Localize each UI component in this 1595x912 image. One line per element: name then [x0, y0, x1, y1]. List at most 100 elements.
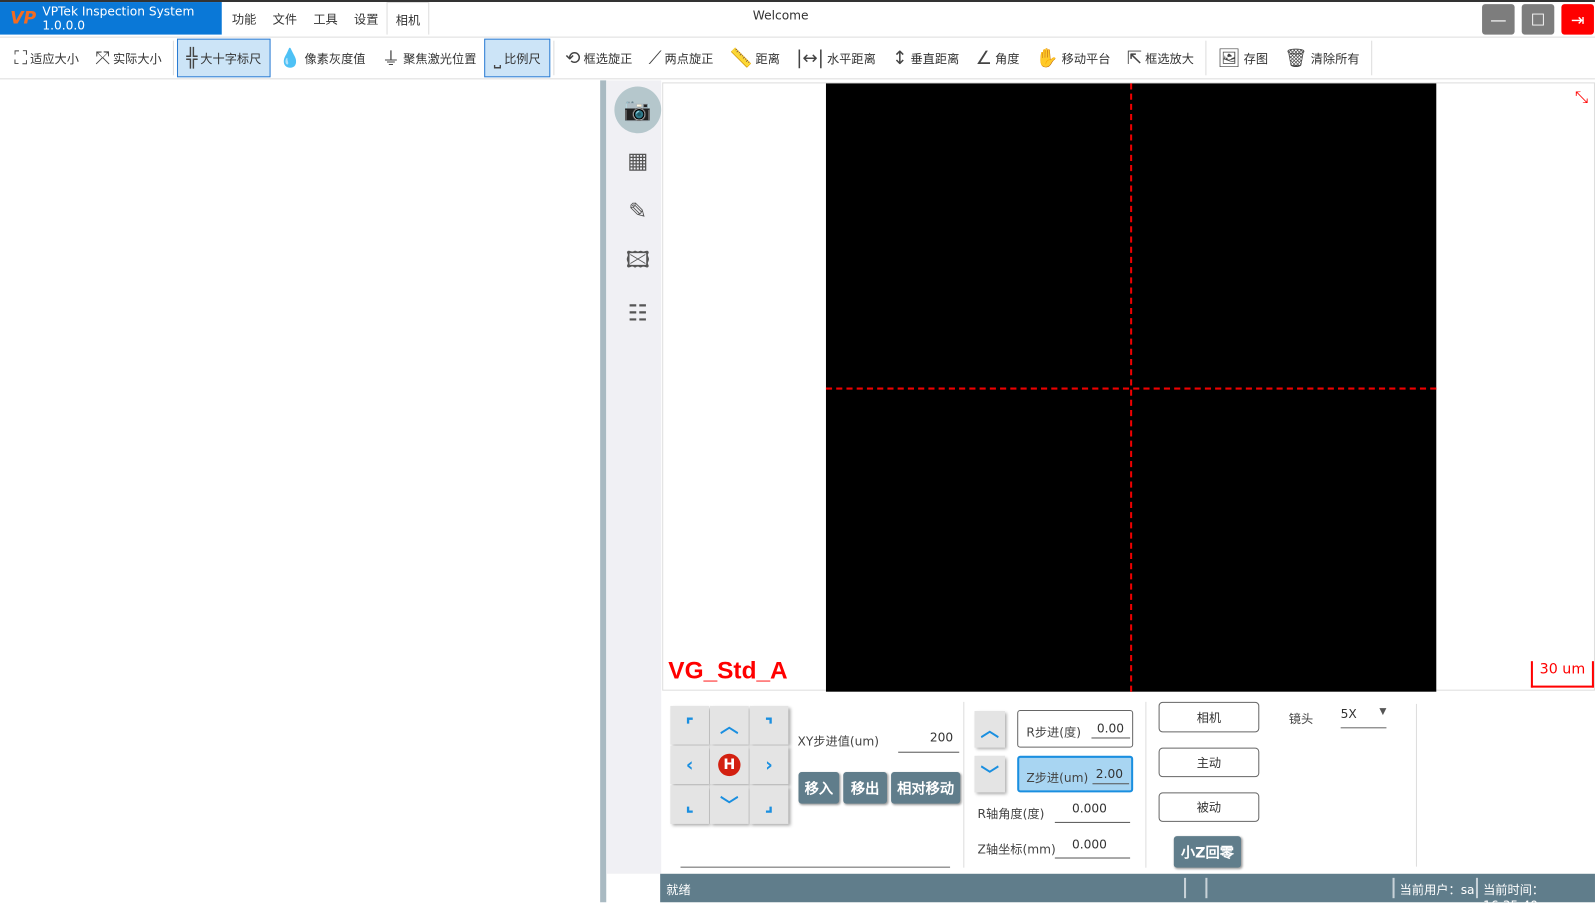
lens-label: 镜头	[1288, 712, 1314, 727]
move-down-right-button[interactable]: ⌟	[749, 785, 789, 824]
exit-button[interactable]: ⇥	[1561, 4, 1594, 35]
trash-icon: 🗑	[1284, 47, 1308, 69]
lens-select[interactable]: 5X ▼	[1340, 706, 1387, 729]
move-up-right-button[interactable]: ⌝	[749, 705, 789, 745]
r-step-input[interactable]: 0.00	[1091, 721, 1131, 739]
z-step-label: Z步进(um)	[1026, 771, 1089, 786]
ruler-pencil-icon[interactable]: ✎	[614, 188, 661, 235]
label: 实际大小	[112, 51, 162, 66]
r-angle-label: R轴角度(度)	[977, 806, 1045, 821]
label: 角度	[995, 51, 1020, 66]
grid-icon[interactable]: ▦	[614, 137, 661, 184]
move-down-button[interactable]: ﹀	[710, 785, 749, 824]
move-down-left-button[interactable]: ⌞	[670, 785, 709, 824]
actual-size-button[interactable]: ⤧ 实际大小	[87, 39, 170, 78]
horizontal-distance-icon: |↔|	[796, 47, 824, 69]
label: 存图	[1243, 51, 1269, 66]
clear-all-button[interactable]: 🗑 清除所有	[1276, 39, 1367, 78]
lens-value: 5X	[1340, 706, 1357, 722]
menu-settings[interactable]: 设置	[346, 2, 387, 35]
z-zero-button[interactable]: 小Z回零	[1173, 836, 1241, 868]
box-rotate-button[interactable]: ⟲ 框选旋正	[557, 39, 641, 78]
toolbar: ⛶ 适应大小 ⤧ 实际大小 ╬ 大十字标尺 💧 像素灰度值 ⏚ 聚焦激光位置 ⎵ 比例尺 ⟲…	[0, 36, 1595, 80]
save-image-icon: 🖼	[1217, 47, 1241, 69]
current-user: 当前用户：sa	[1399, 882, 1475, 898]
menu-tools[interactable]: 工具	[305, 2, 346, 35]
current-time: 当前时间：16:35:40	[1483, 882, 1545, 912]
move-up-button[interactable]: ︿	[710, 705, 749, 745]
logo: VP	[10, 8, 37, 29]
camera-button[interactable]: 相机	[1158, 701, 1260, 733]
move-right-button[interactable]: ›	[749, 745, 789, 785]
relative-move-button[interactable]: 相对移动	[891, 772, 961, 804]
fit-size-button[interactable]: ⛶ 适应大小	[6, 39, 87, 78]
pixel-gray-button[interactable]: 💧 像素灰度值	[270, 39, 373, 78]
image-viewer[interactable]: VG_Std_A 30 um ⤡	[662, 82, 1595, 692]
camera-icon[interactable]: 📷	[614, 86, 662, 134]
minimize-button[interactable]: —	[1482, 4, 1515, 35]
move-in-button[interactable]: 移入	[798, 772, 840, 804]
z-up-button[interactable]: ︿	[974, 711, 1005, 748]
label: 框选放大	[1145, 51, 1194, 66]
box-zoom-button[interactable]: ⇱ 框选放大	[1119, 39, 1203, 78]
distance-button[interactable]: 📏 距离	[722, 39, 789, 78]
z-coord-value: 0.000	[1054, 837, 1131, 859]
vertical-distance-icon: ↕	[892, 47, 908, 69]
r-step-field[interactable]: R步进(度) 0.00	[1017, 710, 1134, 748]
divider	[1392, 877, 1395, 899]
divider	[1184, 877, 1187, 899]
vertical-distance-button[interactable]: ↕ 垂直距离	[884, 39, 968, 78]
label: 移动平台	[1061, 51, 1111, 66]
home-button[interactable]: H	[710, 745, 749, 785]
label: 水平距离	[826, 51, 876, 66]
z-step-input[interactable]: 2.00	[1092, 767, 1130, 785]
xy-step-input[interactable]: 200	[898, 730, 960, 753]
move-out-button[interactable]: 移出	[843, 772, 887, 804]
label: 大十字标尺	[200, 51, 262, 66]
divider	[1205, 40, 1207, 76]
status-bar: 就绪 当前用户：sa 当前时间：16:35:40	[660, 873, 1595, 912]
passive-button[interactable]: 被动	[1158, 792, 1260, 822]
zoom-box-icon: ⇱	[1126, 47, 1143, 69]
window-title: Welcome	[752, 8, 809, 23]
crosshair-icon: ╬	[186, 47, 198, 69]
horizontal-distance-button[interactable]: |↔| 水平距离	[788, 39, 884, 78]
maximize-button[interactable]: ☐	[1521, 4, 1555, 35]
save-image-button[interactable]: 🖼 存图	[1209, 39, 1276, 78]
divider	[1370, 40, 1372, 76]
menu-function[interactable]: 功能	[224, 2, 265, 35]
z-step-field[interactable]: Z步进(um) 2.00	[1017, 755, 1134, 793]
angle-icon: ∠	[975, 47, 993, 69]
collapse-icon[interactable]: ⤡	[1575, 87, 1588, 107]
z-down-button[interactable]: ﹀	[974, 755, 1005, 793]
move-stage-button[interactable]: ✋ 移动平台	[1028, 39, 1119, 78]
move-up-left-button[interactable]: ⌜	[670, 705, 709, 745]
menu-bar: 功能 文件 工具 设置 相机	[224, 2, 430, 35]
label: 距离	[755, 51, 780, 66]
image-frame-icon[interactable]: 🖾	[614, 239, 661, 286]
move-left-button[interactable]: ‹	[670, 745, 709, 785]
crosshair-button[interactable]: ╬ 大十字标尺	[177, 38, 271, 78]
ruler-icon: 📏	[729, 47, 753, 69]
camera-image[interactable]	[825, 83, 1437, 692]
xy-step-label: XY步进值(um)	[797, 734, 880, 749]
label: 适应大小	[30, 51, 79, 66]
divider	[680, 866, 951, 868]
scale-bar-button[interactable]: ⎵ 比例尺	[484, 38, 550, 78]
laser-position-button[interactable]: ⏚ 聚焦激光位置	[374, 39, 485, 78]
divider	[1475, 877, 1478, 899]
menu-camera[interactable]: 相机	[386, 2, 430, 35]
angle-button[interactable]: ∠ 角度	[967, 39, 1027, 78]
side-icon-strip: 📷 ▦ ✎ 🖾 ☷	[606, 80, 662, 874]
active-button[interactable]: 主动	[1158, 747, 1260, 778]
label: 聚焦激光位置	[403, 51, 477, 66]
xy-jog-pad: ⌜ ︿ ⌝ ‹ H › ⌞ ﹀ ⌟	[670, 705, 789, 824]
actual-size-icon: ⤧	[95, 47, 110, 69]
menu-file[interactable]: 文件	[264, 2, 305, 35]
pattern-list-icon[interactable]: ☷	[614, 290, 661, 337]
laser-icon: ⏚	[381, 48, 401, 71]
label: 比例尺	[504, 51, 541, 66]
two-point-rotate-button[interactable]: ⟋ 两点旋正	[641, 39, 722, 78]
app-brand: VP VPTek Inspection System 1.0.0.0	[0, 2, 222, 35]
r-angle-value: 0.000	[1054, 802, 1131, 823]
